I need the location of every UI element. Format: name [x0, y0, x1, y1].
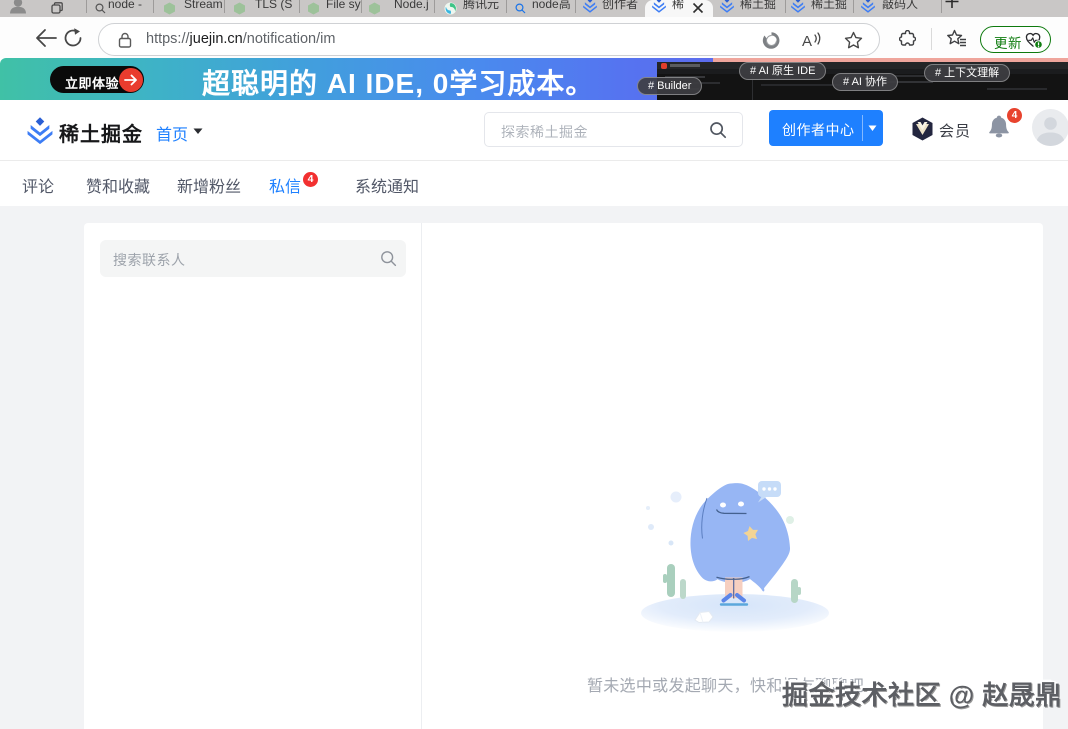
svg-text:A: A	[802, 33, 812, 49]
